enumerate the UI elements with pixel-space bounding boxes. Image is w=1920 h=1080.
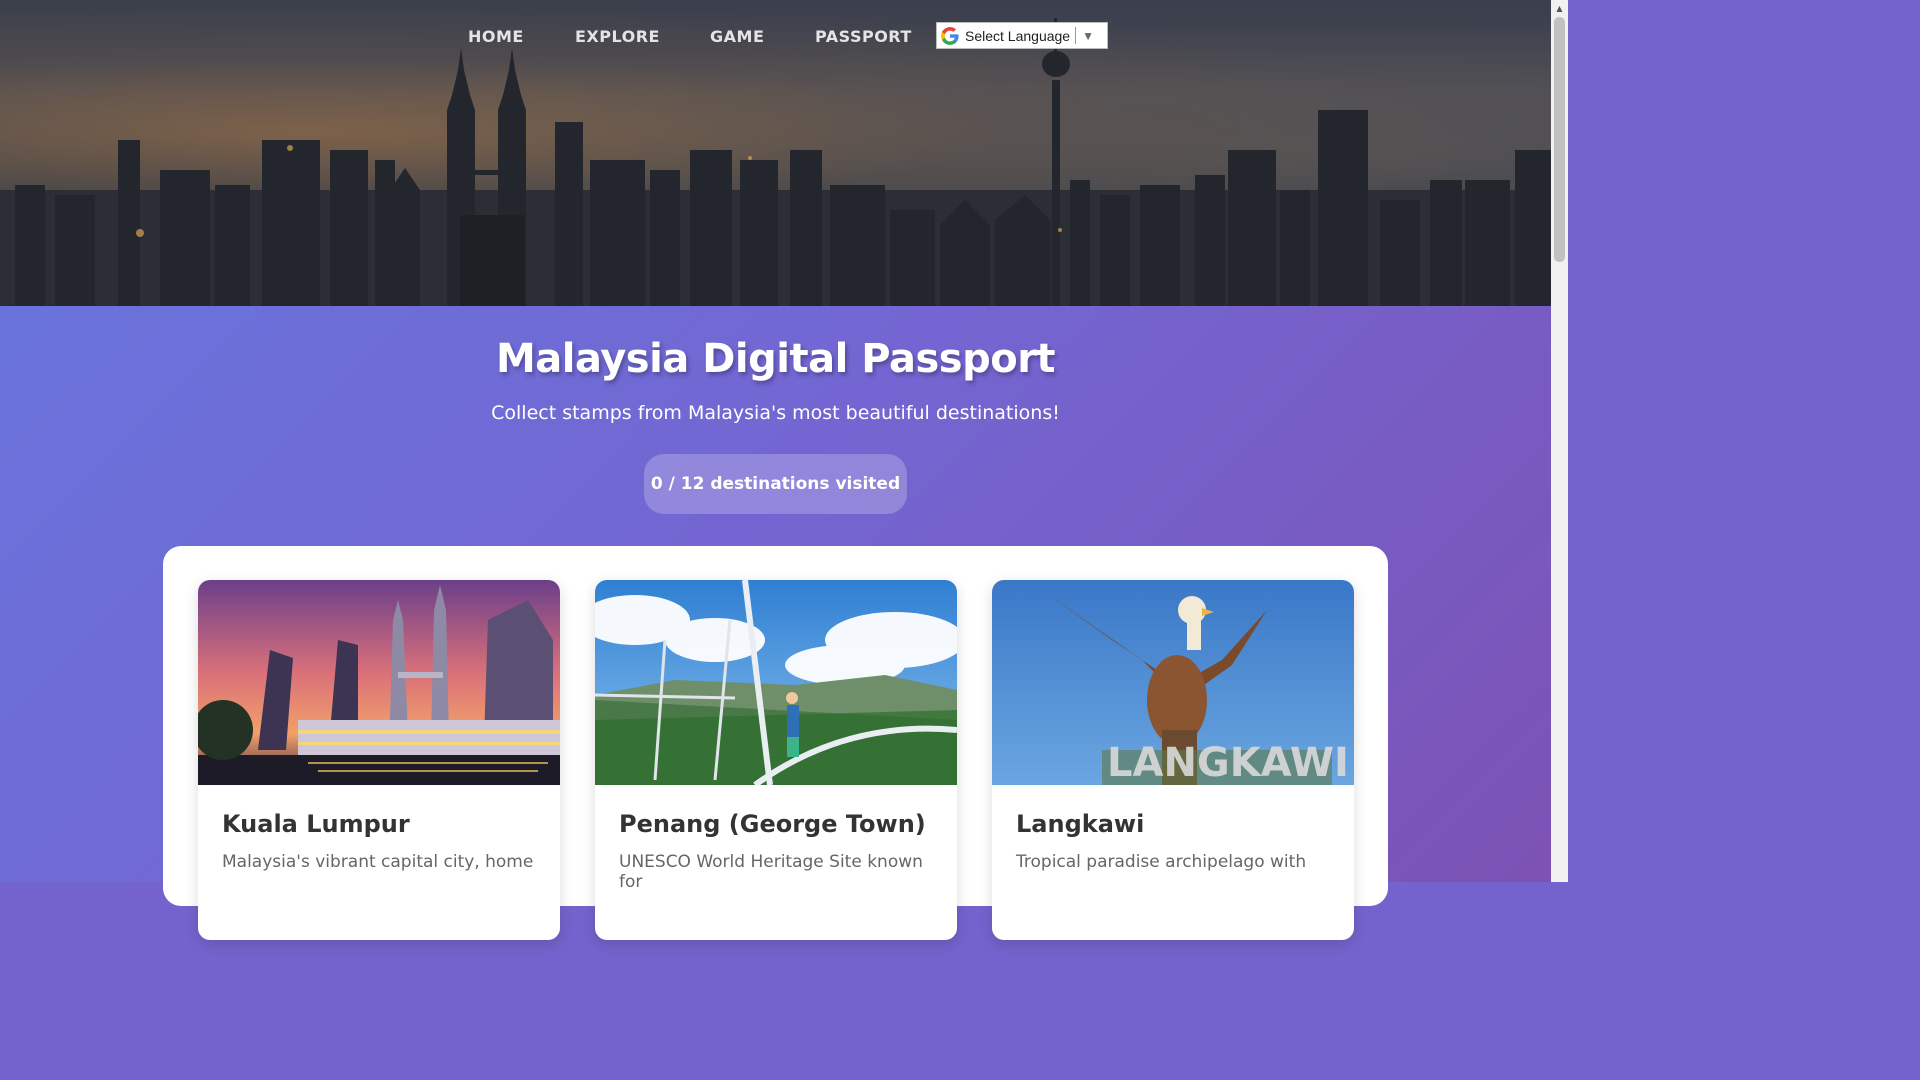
main-nav: HOME EXPLORE GAME PASSPORT	[0, 22, 1551, 50]
langkawi-eagle-statue-photo: LANGKAWI	[992, 580, 1354, 785]
vertical-scrollbar[interactable]: ▲	[1551, 0, 1568, 882]
destination-card-langkawi[interactable]: LANGKAWI Langkawi Tropical paradise arch…	[992, 580, 1354, 940]
google-icon	[937, 26, 963, 45]
main-content: Malaysia Digital Passport Collect stamps…	[0, 306, 1551, 940]
nav-passport-link[interactable]: PASSPORT	[815, 27, 912, 46]
destination-card-kuala-lumpur[interactable]: Kuala Lumpur Malaysia's vibrant capital …	[198, 580, 560, 940]
nav-explore-link[interactable]: EXPLORE	[575, 27, 660, 46]
scrollbar-thumb[interactable]	[1554, 17, 1565, 262]
langkawi-sign-text: LANGKAWI	[1107, 740, 1349, 785]
kuala-lumpur-photo	[198, 580, 560, 785]
penang-canopy-walkway-photo	[595, 580, 957, 785]
destination-description: Malaysia's vibrant capital city, home	[222, 852, 534, 872]
hero-header: HOME EXPLORE GAME PASSPORT Select Langua…	[0, 0, 1551, 306]
visited-counter-badge: 0 / 12 destinations visited	[644, 454, 907, 514]
nav-game-link[interactable]: GAME	[710, 27, 764, 46]
language-select[interactable]: Select Language ▼	[936, 22, 1108, 49]
destination-description: Tropical paradise archipelago with	[1016, 852, 1307, 872]
destination-title: Kuala Lumpur	[222, 810, 410, 838]
destination-card-penang[interactable]: Penang (George Town) UNESCO World Herita…	[595, 580, 957, 940]
destinations-panel: Kuala Lumpur Malaysia's vibrant capital …	[163, 546, 1388, 940]
page-subtitle: Collect stamps from Malaysia's most beau…	[491, 402, 1060, 424]
page-title: Malaysia Digital Passport	[495, 336, 1056, 382]
chevron-down-icon: ▼	[1082, 28, 1094, 43]
scroll-up-arrow-icon[interactable]: ▲	[1551, 0, 1568, 17]
language-select-divider	[1075, 27, 1077, 44]
destination-description: UNESCO World Heritage Site known for	[619, 852, 923, 892]
nav-home-link[interactable]: HOME	[468, 27, 524, 46]
destination-title: Penang (George Town)	[619, 810, 926, 838]
language-select-label: Select Language	[965, 27, 1071, 44]
destination-title: Langkawi	[1016, 810, 1145, 838]
